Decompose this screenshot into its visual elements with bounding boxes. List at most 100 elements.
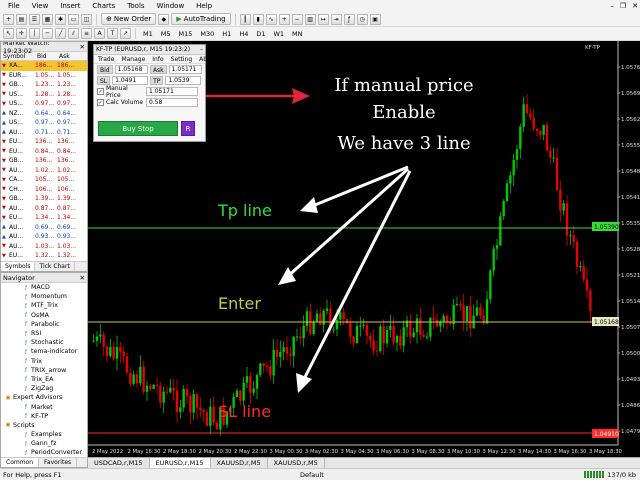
restore-icon[interactable]: ❐ <box>620 0 626 12</box>
market-watch-row[interactable]: ▼ AU... 1.02... 1.02... <box>1 166 87 176</box>
indicators-icon[interactable]: ƒ <box>343 13 355 25</box>
navigator-item[interactable]: ƒ KF-TP <box>1 412 87 421</box>
timeframe-m15[interactable]: M15 <box>176 30 196 38</box>
navigator-item[interactable]: ƒ Market <box>1 402 87 411</box>
navigator-item[interactable]: ƒ ZigZag <box>1 384 87 393</box>
menu-charts[interactable]: Charts <box>86 0 121 12</box>
close-icon[interactable]: ✕ <box>80 43 85 51</box>
market-watch-row[interactable]: ▼ GB... 1.23... 1.23... <box>1 80 87 90</box>
cursor-icon[interactable]: ↖ <box>3 28 14 39</box>
tab-common[interactable]: Common <box>1 458 40 467</box>
market-watch-row[interactable]: ▼ EU... 136... 136... <box>1 137 87 147</box>
trendline-icon[interactable]: ╱ <box>55 28 66 39</box>
tile-icon[interactable]: ▥ <box>304 13 316 25</box>
tab-favorites[interactable]: Favorites <box>39 458 78 467</box>
profiles-icon[interactable]: ▤ <box>16 13 27 25</box>
market-watch-row[interactable]: ▼ AU... 1.03... 1.03... <box>1 242 87 252</box>
vertical-line-icon[interactable]: │ <box>29 28 40 39</box>
timeframe-m1[interactable]: M1 <box>140 30 156 38</box>
chart-shift-icon[interactable]: ⇥ <box>330 13 342 25</box>
panel-tab-info[interactable]: Info <box>152 56 163 63</box>
market-watch-row[interactable]: ▲ AU... 0.93... 0.93... <box>1 232 87 242</box>
market-watch-row[interactable]: ▼ CH... 106... 106... <box>1 185 87 195</box>
line-chart-icon[interactable]: ∿ <box>265 13 277 25</box>
chart-tab-xauusd-1[interactable]: XAUUSD,r,M5 <box>211 458 268 468</box>
panel-tab-manage[interactable]: Manage <box>121 56 145 63</box>
navigator-item[interactable]: ƒ Trix <box>1 357 87 366</box>
channel-icon[interactable]: ⫽ <box>68 28 79 39</box>
navigator-item[interactable]: ƒ TRIX_arrow <box>1 366 87 375</box>
menu-view[interactable]: View <box>26 0 55 12</box>
manual-price-checkbox[interactable]: ✓ <box>97 88 104 95</box>
auto-scroll-icon[interactable]: ↦ <box>317 13 329 25</box>
menu-tools[interactable]: Tools <box>121 0 150 12</box>
label-icon[interactable]: T <box>107 28 118 39</box>
market-watch-row[interactable]: ▲ AU... 0.69... 0.69... <box>1 223 87 233</box>
bar-chart-icon[interactable]: ┃ <box>239 13 251 25</box>
arrows-icon[interactable]: ↗ <box>120 28 131 39</box>
column-ask[interactable]: Ask <box>57 53 79 60</box>
market-watch-row[interactable]: ▼ XA... 186... 186... <box>1 61 87 71</box>
candle-chart-icon[interactable]: ▮ <box>252 13 264 25</box>
market-watch-icon[interactable]: ☰ <box>29 13 40 25</box>
timeframe-mn[interactable]: MN <box>289 30 305 38</box>
market-watch-row[interactable]: ▼ AU... 0.87... 0.87... <box>1 204 87 214</box>
tab-tick-chart[interactable]: Tick Chart <box>35 262 75 271</box>
manual-price-input[interactable]: 1.05171 <box>146 87 198 96</box>
market-watch-row[interactable]: ▼ EU... 1.34... 1.34... <box>1 213 87 223</box>
navigator-item[interactable]: ƒ Gann_fz <box>1 439 87 448</box>
fibonacci-icon[interactable]: ≡ <box>81 28 92 39</box>
zoom-in-icon[interactable]: + <box>278 13 290 25</box>
menu-help[interactable]: Help <box>190 0 218 12</box>
timeframe-m30[interactable]: M30 <box>197 30 217 38</box>
horizontal-line-icon[interactable]: ─ <box>42 28 53 39</box>
panel-tab-about[interactable]: About <box>199 56 217 63</box>
new-chart-icon[interactable]: + <box>3 13 14 25</box>
navigator-item[interactable]: ƒ Examples <box>1 430 87 439</box>
navigator-item[interactable]: ƒ Momentum <box>1 292 87 301</box>
minimize-icon[interactable]: – <box>610 0 614 12</box>
chart-tab-usdcad[interactable]: USDCAD,r,M15 <box>88 458 150 468</box>
market-watch-row[interactable]: ▼ EU... 0.84... 0.84... <box>1 147 87 157</box>
calc-volume-checkbox[interactable]: ✓ <box>97 99 104 106</box>
navigator-item[interactable]: ƒ Stochastic <box>1 338 87 347</box>
market-watch-row[interactable]: ▲ US... 0.97... 0.97... <box>1 118 87 128</box>
column-symbol[interactable]: Symbol <box>1 53 35 60</box>
navigator-item[interactable]: ƒ Parabolic <box>1 320 87 329</box>
crosshair-icon[interactable]: ✛ <box>16 28 27 39</box>
minimize-icon[interactable]: – <box>200 46 203 53</box>
market-watch-row[interactable]: ▲ AU... 0.71... 0.71... <box>1 128 87 138</box>
market-watch-row[interactable]: ▼ EUR... 1.05... 1.05... <box>1 71 87 81</box>
periods-icon[interactable]: ◷ <box>356 13 368 25</box>
timeframe-h4[interactable]: H4 <box>236 30 251 38</box>
zoom-out-icon[interactable]: − <box>291 13 303 25</box>
tp-input[interactable]: 1.0539 <box>165 76 202 85</box>
panel-tab-trade[interactable]: Trade <box>98 56 114 63</box>
navigator-item[interactable]: ƒ RSI <box>1 329 87 338</box>
navigator-item[interactable]: ƒ tema-indicator <box>1 347 87 356</box>
market-watch-row[interactable]: ▲ NZ... 0.64... 0.64... <box>1 109 87 119</box>
market-watch-row[interactable]: ▼ GB... 136... 136... <box>1 156 87 166</box>
market-watch-row[interactable]: ▼ CA... 105... 105... <box>1 175 87 185</box>
meta-editor-icon[interactable]: ◆ <box>158 13 170 25</box>
buy-stop-button[interactable]: Buy Stop <box>98 121 178 136</box>
calc-volume-input[interactable]: 0.58 <box>146 98 198 107</box>
chart-tab-xauusd-2[interactable]: XAUUSD,r,M5 <box>268 458 325 468</box>
tab-symbols[interactable]: Symbols <box>1 262 36 271</box>
autotrading-button[interactable]: ▶ AutoTrading <box>171 13 231 25</box>
timeframe-h1[interactable]: H1 <box>219 30 234 38</box>
market-watch-row[interactable]: ▼ GB... 1.39... 1.39... <box>1 194 87 204</box>
close-icon[interactable]: ✕ <box>80 274 85 282</box>
market-watch-row[interactable]: ▼ EU... 1.32... 1.32... <box>1 251 87 261</box>
data-window-icon[interactable]: ▦ <box>42 13 53 25</box>
panel-tab-setting[interactable]: Setting <box>171 56 192 63</box>
tester-icon[interactable]: ◫ <box>81 13 92 25</box>
menu-insert[interactable]: Insert <box>54 0 86 12</box>
reset-button[interactable]: R <box>181 121 195 136</box>
timeframe-w1[interactable]: W1 <box>270 30 287 38</box>
navigator-item[interactable]: ƒ MTF_Trix <box>1 301 87 310</box>
new-order-button[interactable]: ⊕ New Order <box>101 13 157 25</box>
navigator-icon[interactable]: ✱ <box>55 13 66 25</box>
close-icon[interactable]: ✕ <box>632 0 638 12</box>
navigator-item[interactable]: ƒ MACD <box>1 283 87 292</box>
